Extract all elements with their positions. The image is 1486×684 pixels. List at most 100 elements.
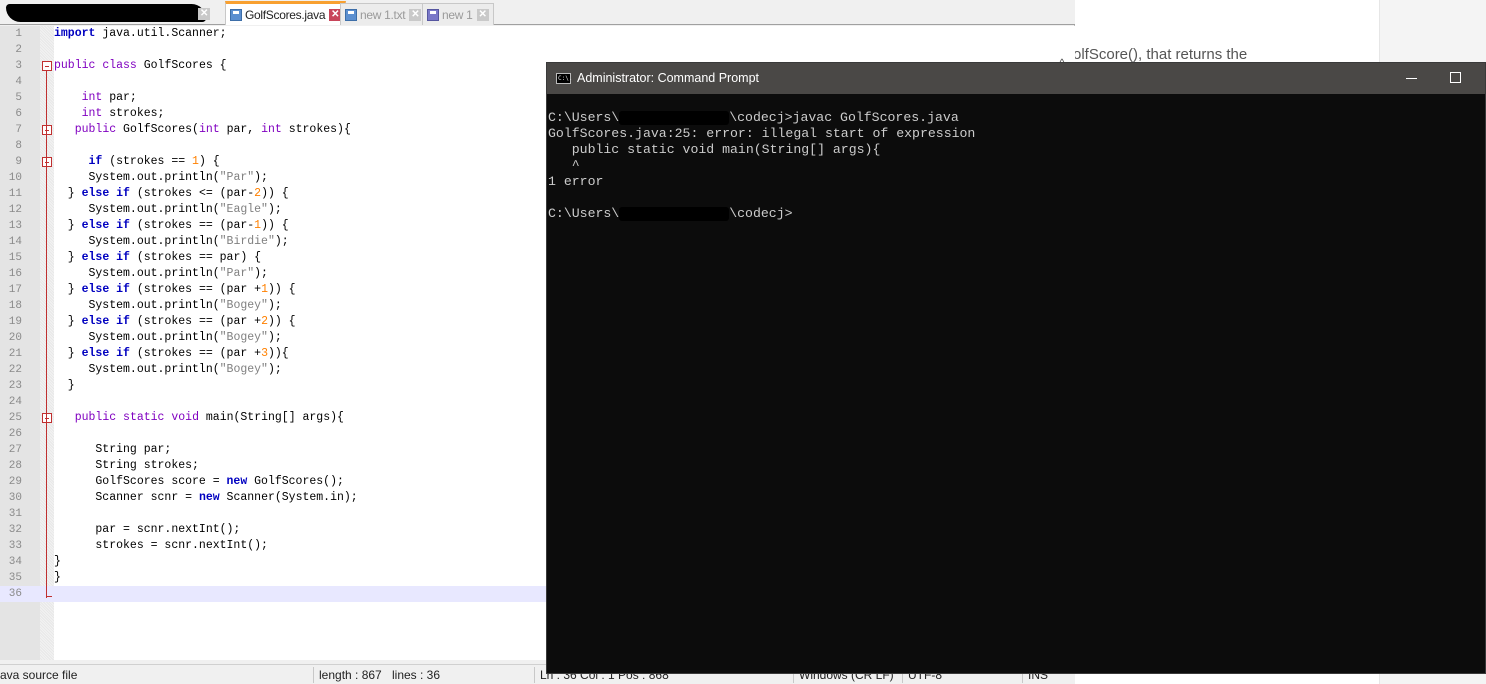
line-number: 36 — [8, 588, 22, 600]
line-number: 13 — [8, 220, 22, 232]
status-lines: lines : 36 — [392, 668, 441, 682]
cmd-output-line: GolfScores.java:25: error: illegal start… — [548, 126, 976, 141]
line-text: } else if (strokes <= (par-2)) { — [54, 187, 289, 200]
line-text: public GolfScores(int par, int strokes){ — [74, 123, 351, 136]
line-number: 17 — [8, 284, 22, 296]
redacted-username — [619, 206, 730, 221]
line-number: 32 — [8, 524, 22, 536]
cmd-output-line: C:\Users\ \codecj> — [548, 206, 793, 221]
status-length: length : 867 — [319, 668, 382, 682]
tab-redacted-close[interactable]: ✕ — [190, 3, 214, 25]
line-text: } else if (strokes == (par +3)){ — [54, 347, 289, 360]
tab-new-1-txt[interactable]: new 1.txt ✕ — [340, 3, 427, 25]
cmd-output-line — [548, 190, 1478, 206]
line-number: 24 — [8, 396, 22, 408]
line-number: 16 — [8, 268, 22, 280]
line-text: if (strokes == 1) { — [88, 155, 220, 168]
line-text: strokes = scnr.nextInt(); — [54, 539, 268, 552]
line-number: 7 — [15, 124, 22, 136]
line-text: } else if (strokes == (par-1)) { — [54, 219, 289, 232]
fold-line — [46, 70, 47, 598]
line-number: 18 — [8, 300, 22, 312]
line-text: System.out.println("Bogey"); — [54, 299, 282, 312]
status-divider — [534, 667, 535, 683]
maximize-icon[interactable] — [1450, 72, 1461, 83]
line-number: 35 — [8, 572, 22, 584]
close-icon[interactable]: ✕ — [198, 8, 210, 20]
fold-toggle-icon[interactable] — [42, 125, 52, 135]
line-text: Scanner scnr = new Scanner(System.in); — [54, 491, 358, 504]
tab-label: GolfScores.java — [245, 7, 326, 22]
line-number: 33 — [8, 540, 22, 552]
tab-label: new 1 — [442, 7, 473, 22]
line-number: 23 — [8, 380, 22, 392]
line-number: 15 — [8, 252, 22, 264]
code-line[interactable]: 2 — [0, 42, 1075, 58]
cmd-title-bar[interactable]: C:\. Administrator: Command Prompt — [547, 63, 1485, 94]
redacted-tab[interactable] — [6, 4, 206, 22]
line-number: 26 — [8, 428, 22, 440]
minimize-icon[interactable] — [1405, 71, 1419, 85]
fold-end — [46, 596, 52, 597]
fold-toggle-icon[interactable] — [42, 157, 52, 167]
line-text: System.out.println("Eagle"); — [54, 203, 282, 216]
close-icon[interactable]: ✕ — [409, 8, 422, 21]
line-number: 9 — [15, 156, 22, 168]
save-icon — [230, 8, 242, 21]
line-number: 10 — [8, 172, 22, 184]
fold-toggle-icon[interactable] — [42, 413, 52, 423]
cmd-output-line: 1 error — [548, 174, 604, 189]
line-text: par = scnr.nextInt(); — [54, 523, 241, 536]
code-line[interactable]: 1 import java.util.Scanner; — [0, 26, 1075, 42]
line-number: 12 — [8, 204, 22, 216]
command-prompt-window[interactable]: C:\. Administrator: Command Prompt C:\Us… — [546, 62, 1486, 674]
line-text: } — [54, 555, 61, 568]
line-text: } else if (strokes == (par +1)) { — [54, 283, 296, 296]
line-number: 6 — [15, 108, 22, 120]
fold-toggle-icon[interactable] — [42, 61, 52, 71]
line-text: public static void main(String[] args){ — [74, 411, 344, 424]
cmd-window-title: Administrator: Command Prompt — [577, 71, 760, 85]
tab-bar: ✕ GolfScores.java ✕ new 1.txt ✕ new 1 ✕ — [0, 0, 1075, 25]
status-divider — [313, 667, 314, 683]
line-number: 19 — [8, 316, 22, 328]
close-icon[interactable]: ✕ — [476, 8, 489, 21]
line-number: 14 — [8, 236, 22, 248]
tab-golfscores-java[interactable]: GolfScores.java ✕ — [225, 1, 347, 25]
line-number: 31 — [8, 508, 22, 520]
line-text: public class GolfScores { — [54, 59, 227, 72]
line-text: int par; — [81, 91, 137, 104]
cmd-output-line: ^ — [548, 158, 580, 173]
line-number: 25 — [8, 412, 22, 424]
line-number: 8 — [15, 140, 22, 152]
line-text: } — [54, 571, 61, 584]
line-number: 3 — [15, 60, 22, 72]
save-icon — [345, 8, 357, 21]
line-text: String par; — [54, 443, 172, 456]
line-number: 28 — [8, 460, 22, 472]
line-number: 34 — [8, 556, 22, 568]
line-text: } — [54, 379, 75, 392]
line-number: 11 — [8, 188, 22, 200]
browser-page-text: olfScore(), that returns the — [1073, 46, 1248, 63]
line-number: 1 — [15, 28, 22, 40]
line-number: 27 — [8, 444, 22, 456]
line-text: System.out.println("Birdie"); — [54, 235, 289, 248]
tab-new-1[interactable]: new 1 ✕ — [422, 3, 494, 25]
status-file-type: ava source file — [0, 668, 78, 682]
line-number: 22 — [8, 364, 22, 376]
line-text: import java.util.Scanner; — [54, 27, 227, 40]
cmd-output-line: public static void main(String[] args){ — [548, 142, 881, 157]
line-number: 21 — [8, 348, 22, 360]
line-text: } else if (strokes == par) { — [54, 251, 262, 264]
cmd-output[interactable]: C:\Users\ \codecj>javac GolfScores.java Go… — [548, 110, 1478, 222]
line-number: 20 — [8, 332, 22, 344]
line-text: String strokes; — [54, 459, 199, 472]
line-text: System.out.println("Par"); — [54, 171, 268, 184]
redacted-username — [619, 110, 730, 125]
line-text: System.out.println("Bogey"); — [54, 331, 282, 344]
save-icon — [427, 8, 439, 21]
tab-label: new 1.txt — [360, 7, 406, 22]
line-text: GolfScores score = new GolfScores(); — [54, 475, 344, 488]
line-number: 4 — [15, 76, 22, 88]
